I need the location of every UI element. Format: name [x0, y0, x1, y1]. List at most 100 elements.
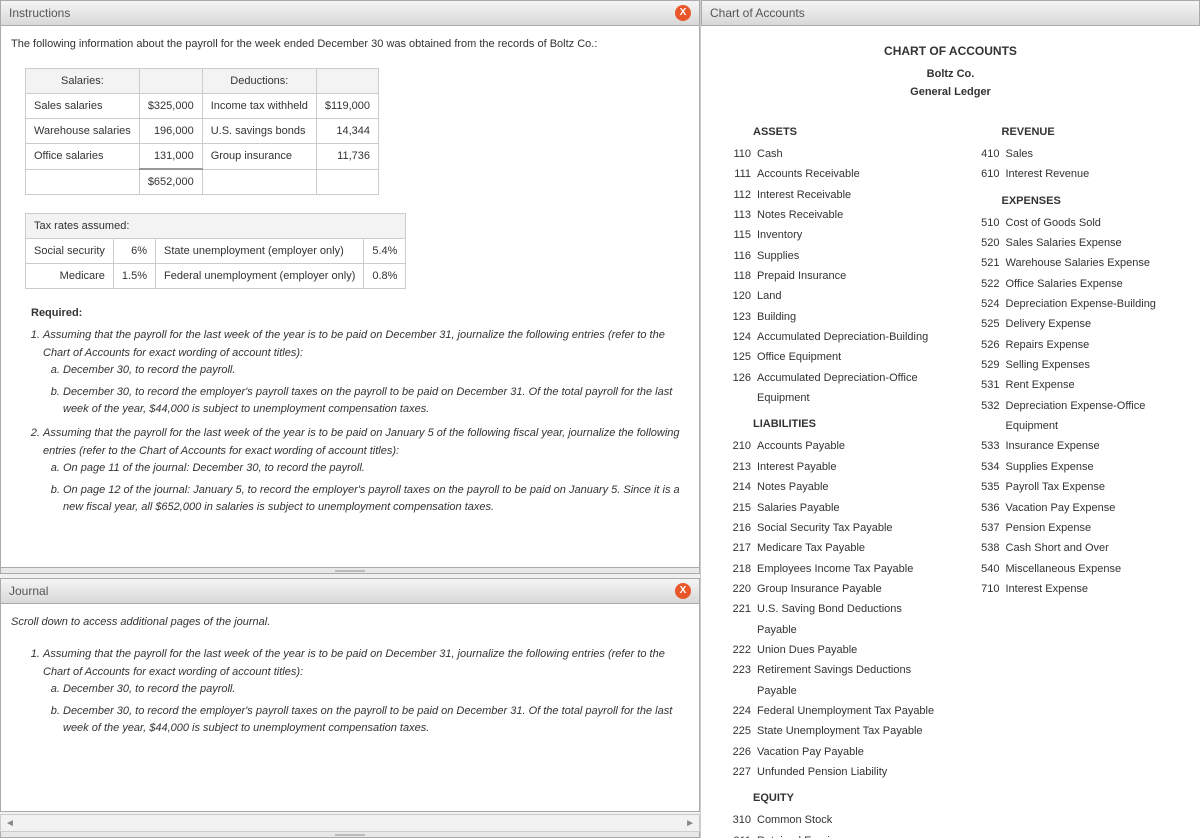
account-row: 218Employees Income Tax Payable	[717, 559, 936, 579]
account-row: 215Salaries Payable	[717, 498, 936, 518]
intro-text: The following information about the payr…	[11, 38, 689, 50]
account-row: 410Sales	[966, 144, 1185, 164]
tax-table: Tax rates assumed: Social security 6% St…	[25, 213, 406, 289]
journal-panel: Journal X Scroll down to access addition…	[0, 578, 700, 838]
account-name: Interest Revenue	[1006, 164, 1185, 184]
account-number: 213	[717, 457, 751, 477]
list-item: December 30, to record the employer's pa…	[63, 703, 689, 738]
account-name: Notes Payable	[757, 477, 936, 497]
account-name: Federal Unemployment Tax Payable	[757, 701, 936, 721]
account-name: Repairs Expense	[1006, 335, 1185, 355]
journal-note: Scroll down to access additional pages o…	[11, 616, 689, 628]
account-number: 610	[966, 164, 1000, 184]
close-icon[interactable]: X	[675, 5, 691, 21]
account-number: 529	[966, 355, 1000, 375]
account-number: 113	[717, 205, 751, 225]
account-number: 534	[966, 457, 1000, 477]
list-item: December 30, to record the payroll.	[63, 362, 689, 380]
table-row: Social security 6% State unemployment (e…	[26, 239, 406, 264]
account-row: 522Office Salaries Expense	[966, 274, 1185, 294]
list-item: December 30, to record the employer's pa…	[63, 384, 689, 419]
resize-grip[interactable]	[0, 832, 700, 838]
account-row: 529Selling Expenses	[966, 355, 1185, 375]
account-name: Retained Earnings	[757, 831, 936, 838]
close-icon[interactable]: X	[675, 583, 691, 599]
account-name: Vacation Pay Expense	[1006, 498, 1185, 518]
account-number: 112	[717, 185, 751, 205]
account-row: 227Unfunded Pension Liability	[717, 762, 936, 782]
tax-header: Tax rates assumed:	[26, 214, 406, 239]
account-row: 225State Unemployment Tax Payable	[717, 721, 936, 741]
account-number: 120	[717, 286, 751, 306]
account-row: 525Delivery Expense	[966, 314, 1185, 334]
account-row: 534 Supplies Expense	[966, 457, 1185, 477]
scroll-right-icon[interactable]: ►	[685, 818, 695, 829]
coa-left-column: ASSETS 110Cash111Accounts Receivable112 I…	[717, 116, 936, 838]
account-row: 216 Social Security Tax Payable	[717, 518, 936, 538]
account-name: Retirement Savings Deductions Payable	[757, 660, 936, 701]
account-number: 118	[717, 266, 751, 286]
account-name: Payroll Tax Expense	[1006, 477, 1185, 497]
account-number: 215	[717, 498, 751, 518]
account-number: 217	[717, 538, 751, 558]
table-row: Medicare 1.5% Federal unemployment (empl…	[26, 264, 406, 289]
account-number: 111	[717, 164, 751, 184]
account-row: 222Union Dues Payable	[717, 640, 936, 660]
account-name: Interest Expense	[1006, 579, 1185, 599]
account-number: 216	[717, 518, 751, 538]
account-number: 522	[966, 274, 1000, 294]
account-row: 113Notes Receivable	[717, 205, 936, 225]
scroll-left-icon[interactable]: ◄	[5, 818, 15, 829]
account-number: 222	[717, 640, 751, 660]
account-number: 537	[966, 518, 1000, 538]
account-name: Common Stock	[757, 810, 936, 830]
account-row: 531Rent Expense	[966, 375, 1185, 395]
account-number: 526	[966, 335, 1000, 355]
account-number: 223	[717, 660, 751, 701]
account-name: Depreciation Expense-Building	[1006, 294, 1185, 314]
account-row: 540Miscellaneous Expense	[966, 559, 1185, 579]
coa-body[interactable]: CHART OF ACCOUNTS Boltz Co. General Ledg…	[701, 26, 1200, 838]
account-name: Accounts Payable	[757, 436, 936, 456]
account-number: 538	[966, 538, 1000, 558]
account-row: 120 Land	[717, 286, 936, 306]
account-name: Interest Receivable	[757, 185, 936, 205]
account-number: 123	[717, 307, 751, 327]
account-row: 610 Interest Revenue	[966, 164, 1185, 184]
account-number: 533	[966, 436, 1000, 456]
account-name: State Unemployment Tax Payable	[757, 721, 936, 741]
account-row: 710Interest Expense	[966, 579, 1185, 599]
account-row: 220Group Insurance Payable	[717, 579, 936, 599]
account-row: 310 Common Stock	[717, 810, 936, 830]
account-number: 220	[717, 579, 751, 599]
account-name: Miscellaneous Expense	[1006, 559, 1185, 579]
account-number: 310	[717, 810, 751, 830]
coa-ledger: General Ledger	[717, 86, 1184, 98]
journal-title: Journal	[9, 584, 48, 598]
account-number: 532	[966, 396, 1000, 437]
salary-table: Salaries: Deductions: Sales salaries $32…	[25, 68, 379, 195]
account-row: 537Pension Expense	[966, 518, 1185, 538]
account-name: Insurance Expense	[1006, 436, 1185, 456]
account-number: 214	[717, 477, 751, 497]
coa-right-column: REVENUE 410Sales610Interest Revenue EXPE…	[966, 116, 1185, 838]
account-name: Cost of Goods Sold	[1006, 213, 1185, 233]
account-number: 126	[717, 368, 751, 409]
journal-body[interactable]: Scroll down to access additional pages o…	[0, 604, 700, 812]
resize-grip[interactable]	[0, 568, 700, 574]
account-row: 535 Payroll Tax Expense	[966, 477, 1185, 497]
account-name: Warehouse Salaries Expense	[1006, 253, 1185, 273]
account-name: Medicare Tax Payable	[757, 538, 936, 558]
instructions-body[interactable]: The following information about the payr…	[0, 26, 700, 568]
account-name: Cash	[757, 144, 936, 164]
account-number: 535	[966, 477, 1000, 497]
account-row: 110Cash	[717, 144, 936, 164]
horizontal-scrollbar[interactable]: ◄ ►	[0, 814, 700, 832]
assets-heading: ASSETS	[753, 126, 936, 138]
account-name: Land	[757, 286, 936, 306]
account-row: 224Federal Unemployment Tax Payable	[717, 701, 936, 721]
account-row: 111Accounts Receivable	[717, 164, 936, 184]
account-row: 510Cost of Goods Sold	[966, 213, 1185, 233]
account-name: Social Security Tax Payable	[757, 518, 936, 538]
account-name: Supplies Expense	[1006, 457, 1185, 477]
